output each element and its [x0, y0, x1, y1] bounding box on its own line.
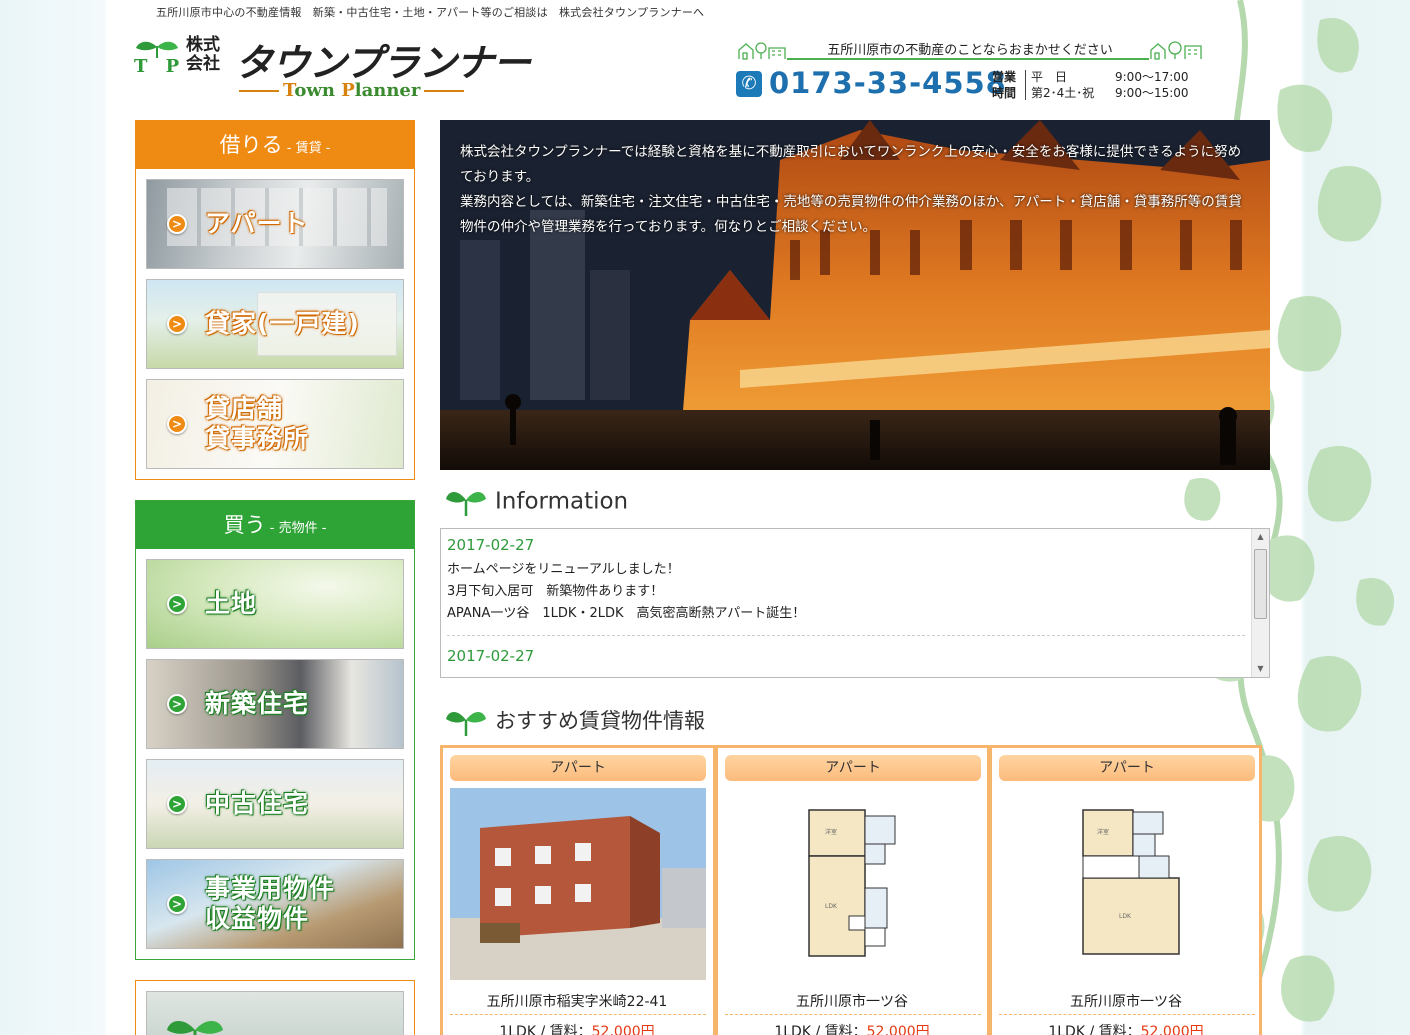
menu-item-label: 貸家(一戸建) — [205, 309, 360, 338]
scroll-thumb[interactable] — [1254, 549, 1267, 619]
contact-tagline-text: 五所川原市の不動産のことならおまかせください — [827, 43, 1113, 58]
scroll-up-icon[interactable]: ▲ — [1252, 529, 1269, 545]
listing-type: アパート — [725, 755, 981, 781]
listing-floorplan[interactable]: 洋室 LDK — [999, 788, 1255, 980]
company-banner-image — [146, 991, 404, 1035]
news-scrollbar[interactable]: ▲ ▼ — [1251, 529, 1269, 677]
menu-item-label: アパート — [205, 209, 309, 238]
listing-type: アパート — [450, 755, 706, 781]
information-title: Information — [495, 488, 629, 515]
logo-name: タウンプランナー — [235, 41, 531, 85]
arrow-right-icon: > — [167, 894, 187, 914]
company-banner[interactable] — [135, 980, 415, 1035]
house-icon — [1150, 41, 1202, 60]
contact-block: 五所川原市の不動産のことならおまかせください ✆ 0173-33-4558 営業… — [735, 38, 1205, 104]
listing-address: 五所川原市稲実字米崎22-41 — [486, 994, 668, 1010]
logo-mark: T P — [134, 56, 186, 77]
listing-card[interactable]: アパート 五所川原市稲実字米崎22-41 1LDK / 賃料：52,000円 — [443, 748, 715, 1035]
menu-item-new-house[interactable]: > 新築住宅 — [146, 659, 404, 749]
business-hours: 平 日 9:00〜17:00 第2･4土･祝 9:00〜15:00 — [1031, 69, 1189, 101]
menu-item-label: 事業用物件 収益物件 — [205, 874, 336, 933]
news-date: 2017-02-27 — [447, 536, 535, 554]
listing-price: 1LDK / 賃料：52,000円 — [499, 1024, 655, 1035]
hours-label: 営業 時間 — [992, 70, 1017, 100]
menu-item-label: 新築住宅 — [205, 689, 310, 718]
menu-item-house-rental[interactable]: > 貸家(一戸建) — [146, 279, 404, 369]
phone-number[interactable]: 0173-33-4558 — [769, 66, 1007, 100]
menu-item-label: 土地 — [205, 589, 258, 618]
buy-menu: 買う - 売物件 - > 土地 > 新築住宅 > 中古住宅 > 事業用物件 収益… — [135, 500, 415, 960]
hours-row: 第2･4土･祝 9:00〜15:00 — [1031, 86, 1189, 100]
sprout-icon — [446, 491, 486, 516]
arrow-right-icon: > — [167, 214, 187, 234]
recommend-title: おすすめ賃貸物件情報 — [495, 709, 705, 733]
rent-menu-heading: 借りる - 賃貸 - — [136, 121, 414, 169]
news-body: ホームページをリニューアルしました！ 3月下旬入居可 新築物件あります！ APA… — [447, 562, 806, 621]
news-box[interactable]: 2017-02-27 ホームページをリニューアルしました！ 3月下旬入居可 新築… — [440, 528, 1270, 678]
hours-row: 平 日 9:00〜17:00 — [1031, 70, 1189, 84]
menu-item-label: 中古住宅 — [205, 789, 310, 818]
recommend-heading: おすすめ賃貸物件情報 — [445, 705, 705, 736]
listing-card[interactable]: アパート 洋室 LDK 五所川原市一ツ谷 1LDK / 賃料：52,000円 — [713, 748, 989, 1035]
house-icon — [738, 42, 786, 60]
contact-tagline: 五所川原市の不動産のことならおまかせください — [735, 38, 1205, 62]
hero-banner: 株式会社タウンプランナーでは経験と資格を基に不動産取引においてワンランク上の安心… — [440, 120, 1270, 470]
arrow-right-icon: > — [167, 794, 187, 814]
menu-item-commercial[interactable]: > 事業用物件 収益物件 — [146, 859, 404, 949]
hours-divider — [1025, 70, 1026, 100]
site-logo[interactable]: T P 株式会社 タウンプランナー Town Planner — [132, 34, 531, 104]
rent-menu: 借りる - 賃貸 - > アパート > 貸家(一戸建) > 貸店舗 貸事務所 — [135, 120, 415, 480]
arrow-right-icon: > — [167, 314, 187, 334]
hero-text: 株式会社タウンプランナーでは経験と資格を基に不動産取引においてワンランク上の安心… — [460, 140, 1250, 240]
hero-text-line: 業務内容としては、新築住宅・注文住宅・中古住宅・売地等の売買物件の仲介業務のほか… — [460, 194, 1242, 235]
menu-item-apartment[interactable]: > アパート — [146, 179, 404, 269]
sprout-icon — [136, 41, 178, 58]
menu-item-label: 貸店舗 貸事務所 — [205, 394, 310, 453]
menu-item-store-office[interactable]: > 貸店舗 貸事務所 — [146, 379, 404, 469]
listing-address: 五所川原市一ツ谷 — [1070, 994, 1182, 1010]
svg-text:LDK: LDK — [825, 903, 838, 910]
svg-text:LDK: LDK — [1119, 913, 1132, 920]
listing-type: アパート — [999, 755, 1255, 781]
arrow-right-icon: > — [167, 594, 187, 614]
listing-price: 1LDK / 賃料：52,000円 — [1048, 1024, 1204, 1035]
arrow-right-icon: > — [167, 414, 187, 434]
hero-text-line: 株式会社タウンプランナーでは経験と資格を基に不動産取引においてワンランク上の安心… — [460, 144, 1242, 185]
sprout-icon — [167, 1020, 223, 1035]
svg-text:洋室: 洋室 — [1097, 828, 1109, 836]
listing-grid: アパート 五所川原市稲実字米崎22-41 1LDK / 賃料：52,000円 ア… — [440, 745, 1262, 1035]
arrow-right-icon: > — [167, 694, 187, 714]
information-heading: Information — [445, 488, 628, 516]
listing-card[interactable]: アパート 洋室 LDK 五所川原市一ツ谷 1LDK / 賃料：52,000円 — [987, 748, 1263, 1035]
scroll-down-icon[interactable]: ▼ — [1252, 661, 1269, 677]
top-note: 五所川原市中心の不動産情報 新築・中古住宅・土地・アパート等のご相談は 株式会社… — [156, 6, 705, 19]
sprout-icon — [446, 711, 486, 736]
svg-text:洋室: 洋室 — [825, 828, 837, 836]
news-date: 2017-02-27 — [447, 647, 535, 665]
menu-item-used-house[interactable]: > 中古住宅 — [146, 759, 404, 849]
menu-item-land[interactable]: > 土地 — [146, 559, 404, 649]
logo-corp: 株式会社 — [186, 35, 220, 74]
buy-menu-heading: 買う - 売物件 - — [136, 501, 414, 549]
listing-photo[interactable] — [450, 788, 706, 980]
logo-english: Town Planner — [235, 80, 468, 101]
listing-address: 五所川原市一ツ谷 — [796, 994, 908, 1010]
phone-icon: ✆ — [736, 71, 762, 97]
listing-floorplan[interactable]: 洋室 LDK — [725, 788, 981, 980]
listing-price: 1LDK / 賃料：52,000円 — [774, 1024, 930, 1035]
page: 五所川原市中心の不動産情報 新築・中古住宅・土地・アパート等のご相談は 株式会社… — [0, 0, 1410, 1035]
